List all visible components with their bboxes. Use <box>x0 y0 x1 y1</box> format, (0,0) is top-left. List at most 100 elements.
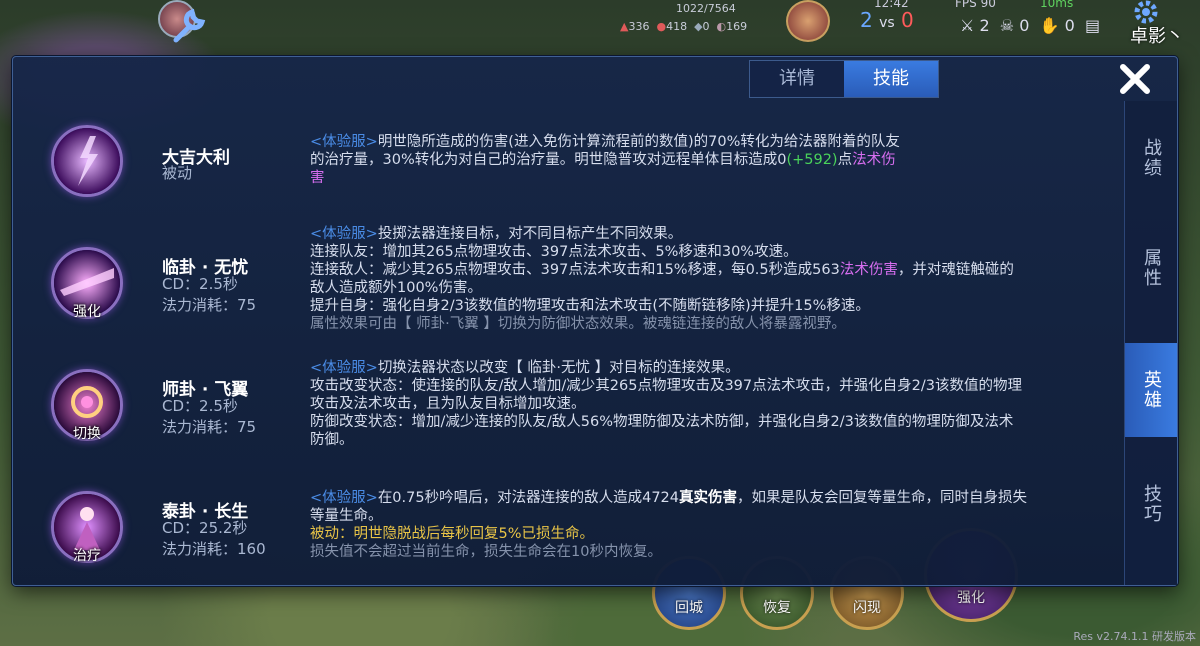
description-segment: 防御改变状态：增加/减少连接的队友/敌人56%物理防御及法术防御，并强化自身2/… <box>310 414 1014 430</box>
team-stats: 1022/7564 ▲336 ●418 ◆0 ◐169 <box>620 0 790 40</box>
description-segment: 在0.75秒吟唱后，对法器连接的敌人造成4724 <box>377 490 679 506</box>
description-segment: 法术伤害 <box>839 262 898 278</box>
hero-avatar[interactable] <box>786 0 830 42</box>
recall-label: 回城 <box>675 600 703 616</box>
skill-cost: 法力消耗：75 <box>162 418 257 436</box>
description-line: 提升自身：强化自身2/3该数值的物理攻击和法术攻击(不随断链移除)并提升15%移… <box>310 297 1110 315</box>
description-segment: 损失值不会超过当前生命，损失生命会在10秒内恢复。 <box>310 544 662 560</box>
description-segment: 投掷法器连接目标，对不同目标产生不同效果。 <box>377 226 683 242</box>
description-segment: 提升自身：强化自身2/3该数值的物理攻击和法术攻击(不随断链移除)并提升15%移… <box>310 298 870 314</box>
skill-badge: 强化 <box>73 304 101 320</box>
restore-label: 恢复 <box>763 600 791 616</box>
description-line: 防御。 <box>310 431 1110 449</box>
version-text: Res v2.74.1.1 研发版本 <box>1073 630 1196 643</box>
side-tab-bar: 战绩 属性 英雄 技巧 <box>1124 101 1177 585</box>
close-icon[interactable] <box>1109 59 1161 99</box>
skill-icon-wrap: 切换 <box>51 369 123 442</box>
lightning-figure-icon <box>51 125 123 197</box>
tab-details[interactable]: 详情 <box>750 61 844 97</box>
description-segment: 攻击及法术攻击，且为队友目标增加攻速。 <box>310 396 586 412</box>
description-line: 敌人造成额外100%伤害。 <box>310 279 1110 297</box>
skill-badge: 治疗 <box>73 548 101 564</box>
description-segment: 敌人造成额外100%伤害。 <box>310 280 482 296</box>
description-segment: 防御。 <box>310 432 354 448</box>
description-segment: 点 <box>837 152 853 168</box>
skill-type: 被动 <box>162 164 193 182</box>
hand-icon: ✋ <box>1039 16 1060 35</box>
player-name: 卓影丶 <box>1130 26 1184 47</box>
side-tab-attributes[interactable]: 属性 <box>1125 221 1177 315</box>
description-line: 损失值不会超过当前生命，损失生命会在10秒内恢复。 <box>310 543 1110 561</box>
description-segment: 法术伤 <box>852 152 896 168</box>
description-line: 等量生命。 <box>310 507 1110 525</box>
kills-value: 2 <box>979 16 990 35</box>
description-line: 连接队友：增加其265点物理攻击、397点法术攻击、5%移速和30%攻速。 <box>310 243 1110 261</box>
gold-count: 1022/7564 <box>676 2 736 15</box>
tab-skills[interactable]: 技能 <box>844 61 938 97</box>
dialog-tab-bar: 详情 技能 <box>749 60 939 98</box>
stat-value: 169 <box>726 20 748 33</box>
description-line: 攻击及法术攻击，且为队友目标增加攻速。 <box>310 395 1110 413</box>
hero-info-dialog: 详情 技能 战绩 属性 英雄 技巧 大吉大利 被动 <体验服>明世隐所造成的伤害… <box>12 56 1178 586</box>
skill-cd: CD：2.5秒 <box>162 275 238 293</box>
description-segment: 连接敌人：减少其265点物理攻击、397点法术攻击和15%移速，每0.5秒造成5… <box>310 262 840 278</box>
stat-dragon-icon: ◐ <box>716 20 727 33</box>
description-line: <体验服>在0.75秒吟唱后，对法器连接的敌人造成4724真实伤害，如果是队友会… <box>310 489 1110 507</box>
description-segment: 连接队友：增加其265点物理攻击、397点法术攻击、5%移速和30%攻速。 <box>310 244 798 260</box>
assists-value: 0 <box>1064 16 1075 35</box>
description-line: <体验服>切换法器状态以改变【 临卦·无忧 】对目标的连接效果。 <box>310 359 1110 377</box>
description-line: 的治疗量，30%转化为对自己的治疗量。明世隐普攻对远程单体目标造成0(+592)… <box>310 151 1110 169</box>
description-segment: ，如果是队友会回复等量生命，同时自身损失 <box>737 490 1027 506</box>
description-segment: (+592) <box>786 152 838 168</box>
stat-deaths-icon: ● <box>656 20 667 33</box>
top-hud: 1022/7564 ▲336 ●418 ◆0 ◐169 12:42 2 vs 0… <box>0 0 1200 47</box>
red-score: 0 <box>901 8 914 32</box>
skill-badge: 切换 <box>73 426 101 442</box>
stat-tower-icon: ◆ <box>694 20 703 33</box>
description-segment: 等量生命。 <box>310 508 383 524</box>
description-segment: 切换法器状态以改变【 临卦·无忧 】对目标的连接效果。 <box>377 360 740 376</box>
description-segment: ，并对魂链触碰的 <box>897 262 1014 278</box>
skill-cost: 法力消耗：75 <box>162 296 257 314</box>
skill-description: <体验服>切换法器状态以改变【 临卦·无忧 】对目标的连接效果。 攻击改变状态：使… <box>310 359 1110 449</box>
description-segment: <体验服> <box>310 226 378 242</box>
stat-value: 336 <box>628 20 650 33</box>
fps-counter: FPS 90 <box>955 0 996 10</box>
wrench-icon[interactable] <box>168 6 208 46</box>
side-tab-hero[interactable]: 英雄 <box>1125 343 1177 437</box>
personal-kda: ⚔ 2 ☠ 0 ✋ 0 ▤ <box>960 16 1100 35</box>
sword-icon: ⚔ <box>960 16 975 35</box>
description-line: 攻击改变状态：使连接的队友/敌人增加/减少其265点物理攻击及397点法术攻击，… <box>310 377 1110 395</box>
description-line: <体验服>明世隐所造成的伤害(进入免伤计算流程前的数值)的70%转化为给法器附着… <box>310 133 1110 151</box>
description-segment: <体验服> <box>310 360 378 376</box>
stat-value: 0 <box>702 20 710 33</box>
deaths-value: 0 <box>1019 16 1030 35</box>
description-line: 被动：明世隐脱战后每秒回复5%已损生命。 <box>310 525 1110 543</box>
enhance-label: 强化 <box>957 590 985 606</box>
flash-label: 闪现 <box>853 600 881 616</box>
skill-cd: CD：2.5秒 <box>162 397 238 415</box>
description-line: 害 <box>310 169 1110 187</box>
skill-icon-wrap: 治疗 <box>51 491 123 564</box>
skull-icon: ☠ <box>999 16 1015 35</box>
skill-description: <体验服>投掷法器连接目标，对不同目标产生不同效果。 连接队友：增加其265点物理… <box>310 225 1110 333</box>
skill-cost: 法力消耗：160 <box>162 540 266 558</box>
description-segment: 属性效果可由【 师卦·飞翼 】切换为防御状态效果。被魂链连接的敌人将暴露视野。 <box>310 316 846 332</box>
side-tab-stats[interactable]: 战绩 <box>1125 111 1177 205</box>
menu-icon[interactable]: ▤ <box>1085 16 1100 35</box>
description-segment: 明世隐所造成的伤害(进入免伤计算流程前的数值)的70%转化为给法器附着的队友 <box>377 134 900 150</box>
description-segment: 真实伤害 <box>679 490 737 506</box>
side-tab-tips[interactable]: 技巧 <box>1125 457 1177 551</box>
vs-label: vs <box>879 15 895 31</box>
description-segment: 的治疗量，30%转化为对自己的治疗量。明世隐普攻对远程单体目标造成0 <box>310 152 787 168</box>
description-segment: 害 <box>310 170 325 186</box>
skill-description: <体验服>明世隐所造成的伤害(进入免伤计算流程前的数值)的70%转化为给法器附着… <box>310 133 1110 187</box>
description-line: <体验服>投掷法器连接目标，对不同目标产生不同效果。 <box>310 225 1110 243</box>
description-segment: 被动：明世隐脱战后每秒回复5%已损生命。 <box>310 526 595 542</box>
blue-score: 2 <box>860 8 873 32</box>
skill-icon-wrap <box>51 125 123 197</box>
description-segment: <体验服> <box>310 134 378 150</box>
description-line: 属性效果可由【 师卦·飞翼 】切换为防御状态效果。被魂链连接的敌人将暴露视野。 <box>310 315 1110 333</box>
ping-indicator: 10ms <box>1040 0 1074 10</box>
description-segment: 攻击改变状态：使连接的队友/敌人增加/减少其265点物理攻击及397点法术攻击，… <box>310 378 1022 394</box>
